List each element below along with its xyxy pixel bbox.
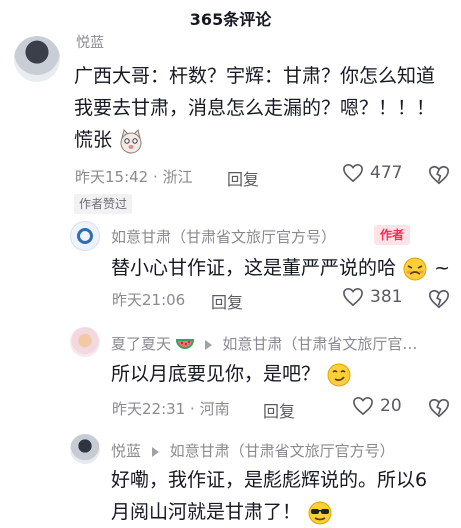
like-button[interactable]: 20 [352,396,402,416]
comment-count-title: 365条评论 [189,10,272,29]
comment-meta: 昨天22:31 · 河南 [112,398,230,419]
like-button[interactable]: 381 [342,287,402,307]
comment-username[interactable]: 悦蓝 [76,32,104,52]
avatar[interactable] [14,36,60,82]
separator-dot: · [153,168,158,186]
dislike-icon[interactable] [428,288,450,310]
comment-username[interactable]: 夏了夏天 [111,335,171,353]
like-button[interactable]: 477 [342,163,402,183]
sunglasses-face-emoji [308,501,332,524]
like-count: 20 [380,396,402,416]
reply-arrow-icon [151,446,159,457]
comment-meta: 昨天15:42 · 浙江 [75,166,193,187]
comment-text-word: 慌张 [74,129,113,151]
comment-username[interactable]: 悦蓝 [111,442,141,460]
comment-header-line: 悦蓝 如意甘肃（甘肃省文旅厅官方号） [111,440,395,461]
like-count: 381 [370,287,403,307]
watermelon-emoji [175,338,194,349]
heart-icon [343,287,363,307]
separator-dot: · [190,400,195,418]
awkward-face-emoji [403,257,427,280]
comment-text-suffix: ~ [434,257,451,279]
comment-time: 昨天15:42 [75,168,149,186]
comment-text-content: 月阅山河就是甘肃了！ [111,501,302,523]
comment-text: 替小心甘作证，这是董严严说的哈 ~ [111,252,450,284]
comment-header-line: 夏了夏天 如意甘肃（甘肃省文旅厅官… [111,333,417,354]
comment-text-line-1: 好嘞，我作证，是彪彪辉说的。所以6 [111,469,428,491]
comment-text-content: 所以月底要见你，是吧？ [111,363,321,385]
author-liked-badge: 作者赞过 [74,194,133,214]
avatar[interactable] [70,221,100,251]
comment-text-line-3: 慌张 [74,124,144,156]
reply-to-username[interactable]: 如意甘肃（甘肃省文旅厅官… [222,335,417,353]
comments-header: 365条评论 [0,0,461,40]
reply-button[interactable]: 回复 [227,166,259,190]
dislike-icon[interactable] [428,397,450,419]
comment-text: 所以月底要见你，是吧？ [111,358,352,390]
comment-text-content: 替小心甘作证，这是董严严说的哈 [111,257,397,279]
avatar[interactable] [70,327,100,357]
reply-arrow-icon [204,339,212,350]
comment-time: 昨天22:31 [112,400,186,418]
cat-panic-emoji [120,128,142,153]
comment-location: 河南 [199,400,230,418]
comment-username[interactable]: 如意甘肃（甘肃省文旅厅官方号） [111,226,336,247]
heart-icon [343,163,363,183]
smirk-face-emoji [327,363,351,386]
author-tag: 作者 [374,225,411,245]
comment-text-line-2: 月阅山河就是甘肃了！ [111,496,333,528]
heart-icon [353,396,373,416]
avatar[interactable] [70,434,100,464]
reply-to-username[interactable]: 如意甘肃（甘肃省文旅厅官方号） [170,442,395,460]
dislike-icon[interactable] [428,164,450,186]
comment-text-line-1: 广西大哥：杆数？宇辉：甘肃？你怎么知道 [74,65,436,87]
comment-text-line-2: 我要去甘肃，消息怎么走漏的？嗯？！！！ [74,97,436,119]
reply-button[interactable]: 回复 [263,398,295,422]
comment-time: 昨天21:06 [112,291,186,309]
comment-location: 浙江 [162,168,193,186]
like-count: 477 [370,163,403,183]
reply-button[interactable]: 回复 [211,289,243,313]
